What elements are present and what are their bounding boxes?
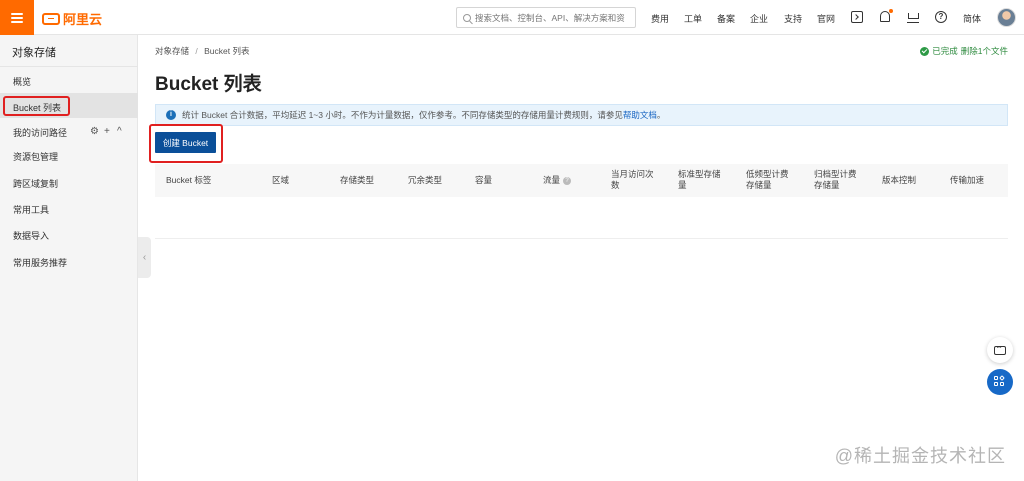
search-input[interactable] [475,12,625,23]
nav-official-site[interactable]: 官网 [817,12,835,25]
column-monthly-requests[interactable]: 当月访问次数 [611,169,655,191]
column-bucket-tag[interactable]: Bucket 标签 [166,175,211,186]
bell-icon[interactable] [880,9,893,22]
notice-text: 统计 Bucket 合计数据，平均延迟 1~3 小时。不作为计量数据，仅作参考。… [182,110,623,120]
sidebar-item-overview[interactable]: 概览 [13,75,31,88]
cloud-shell-icon[interactable] [851,11,863,23]
column-storage-class[interactable]: 存储类型 [340,175,374,186]
watermark: @稀土掘金技术社区 [834,446,1006,466]
nav-tickets[interactable]: 工单 [684,12,702,25]
column-traffic-label: 流量 [543,175,561,185]
help-icon[interactable]: ? [935,11,947,23]
apps-grid-icon [994,375,1006,388]
sidebar-title: 对象存储 [12,47,56,59]
sidebar: 对象存储 概览 Bucket 列表 我的访问路径 ⚙ + ^ 资源包管理 跨区域… [0,35,138,481]
info-notice: i 统计 Bucket 合计数据，平均延迟 1~3 小时。不作为计量数据，仅作参… [155,104,1008,126]
gear-icon[interactable]: ⚙ [90,126,99,137]
search-icon [463,13,471,22]
page-title: Bucket 列表 [155,74,262,95]
check-circle-icon [920,46,930,56]
column-traffic[interactable]: 流量? [543,175,572,186]
logo-text: 阿里云 [63,12,103,27]
breadcrumb-bucket-list: Bucket 列表 [204,46,250,56]
question-icon[interactable]: ? [563,176,572,185]
sidebar-item-access-paths[interactable]: 我的访问路径 [13,126,67,139]
annotation-highlight-box [3,96,70,116]
cart-icon[interactable] [907,11,919,23]
user-avatar[interactable] [997,8,1016,27]
feedback-chat-button[interactable] [987,337,1013,363]
table-body-empty [155,197,1008,239]
menu-button[interactable] [0,0,34,35]
breadcrumb: 对象存储 / Bucket 列表 [155,45,250,57]
aliyun-logo[interactable]: 阿里云 [42,9,102,28]
notice-end: 。 [656,110,666,120]
column-transfer-acceleration[interactable]: 传输加速 [950,175,984,186]
task-status[interactable]: 已完成 删除1个文件 [920,45,1008,57]
column-standard-storage[interactable]: 标准型存储量 [678,169,722,191]
top-navigation-bar: 阿里云 费用 工单 备案 企业 支持 官网 ? 简体 [0,0,1024,35]
sidebar-item-recommended-services[interactable]: 常用服务推荐 [13,256,67,269]
column-versioning[interactable]: 版本控制 [882,175,916,186]
chevron-left-icon: ‹ [142,252,147,263]
nav-support[interactable]: 支持 [784,12,802,25]
sidebar-collapse-toggle[interactable]: ‹ [138,237,151,278]
global-search[interactable] [456,7,636,28]
plus-icon[interactable]: + [104,126,110,137]
sidebar-item-resource-packages[interactable]: 资源包管理 [13,150,58,163]
table-header: Bucket 标签 区域 存储类型 冗余类型 容量 流量? 当月访问次数 标准型… [155,164,1008,197]
column-ia-storage[interactable]: 低频型计费存储量 [746,169,790,191]
aliyun-logo-icon [42,12,60,25]
notification-dot [889,9,893,13]
column-redundancy-type[interactable]: 冗余类型 [408,175,442,186]
breadcrumb-separator: / [195,46,198,56]
help-doc-link[interactable]: 帮助文档 [623,110,657,120]
column-capacity[interactable]: 容量 [475,175,492,186]
status-detail[interactable]: 删除1个文件 [961,45,1008,57]
sidebar-item-common-tools[interactable]: 常用工具 [13,203,49,216]
annotation-highlight-box [149,124,223,163]
column-region[interactable]: 区域 [272,175,289,186]
info-icon: i [166,110,176,120]
breadcrumb-oss[interactable]: 对象存储 [155,46,189,56]
sidebar-divider [0,66,138,67]
nav-icp-filing[interactable]: 备案 [717,12,735,25]
sidebar-item-data-import[interactable]: 数据导入 [13,229,49,242]
nav-billing[interactable]: 费用 [651,12,669,25]
hamburger-icon [11,12,23,23]
column-archive-storage[interactable]: 归档型计费存储量 [814,169,858,191]
chevron-up-icon[interactable]: ^ [117,126,122,137]
sidebar-item-cross-region-replication[interactable]: 跨区域复制 [13,177,58,190]
nav-enterprise[interactable]: 企业 [750,12,768,25]
quick-apps-button[interactable] [987,369,1013,395]
language-switch[interactable]: 简体 [963,12,981,25]
status-text: 已完成 [932,46,958,56]
chat-bubble-icon [994,343,1006,355]
